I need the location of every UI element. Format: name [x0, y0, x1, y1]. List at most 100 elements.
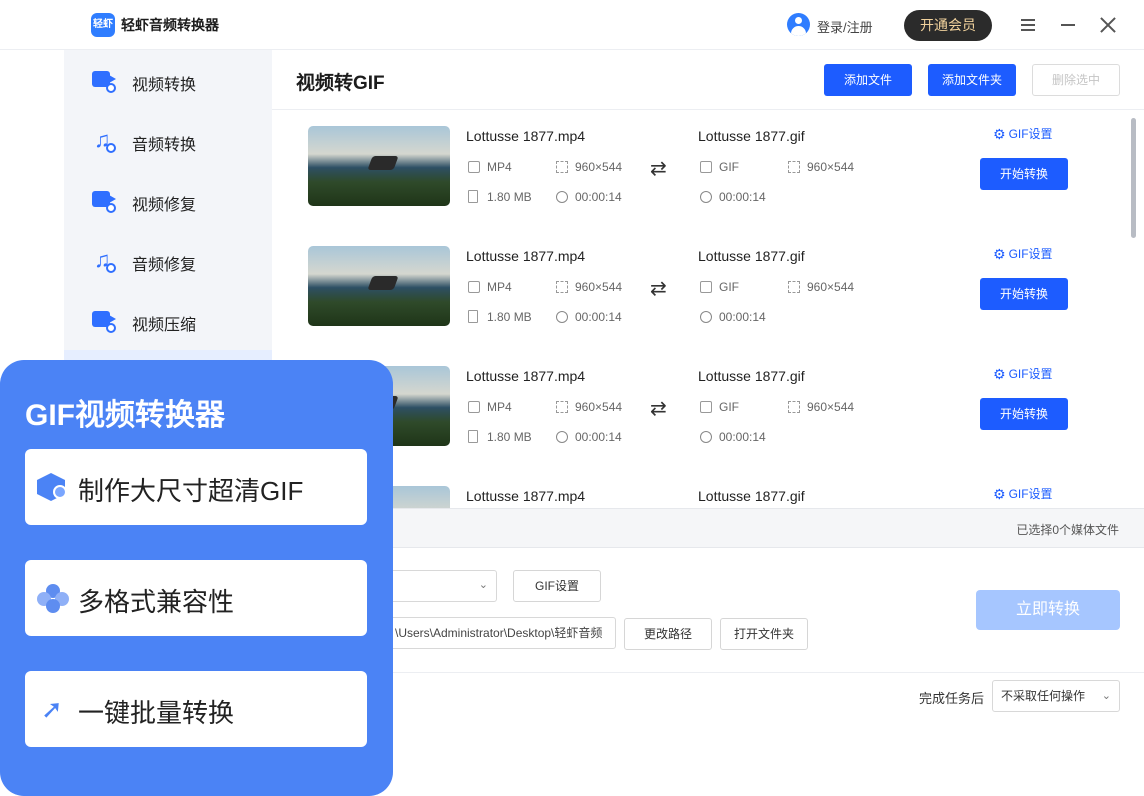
file-row: Lottusse 1877.mp4 Lottusse 1877.gif ⚙ GIF… [272, 470, 1130, 508]
video-thumbnail [308, 246, 450, 326]
clock-icon [556, 431, 568, 443]
format-icon [700, 161, 712, 173]
feature-card: ➚ 一键批量转换 [25, 671, 367, 747]
open-folder-button[interactable]: 打开文件夹 [720, 618, 808, 650]
feature-label: 制作大尺寸超清GIF [78, 476, 304, 506]
source-duration: 00:00:14 [556, 430, 622, 444]
vip-button[interactable]: 开通会员 [904, 10, 992, 41]
login-register-link[interactable]: 登录/注册 [817, 17, 873, 36]
gif-settings-button[interactable]: GIF设置 [513, 570, 601, 602]
sidebar-item-label: 视频修复 [132, 197, 197, 214]
resolution-icon [788, 161, 800, 173]
target-file-name: Lottusse 1877.gif [698, 248, 805, 264]
resolution-icon [788, 401, 800, 413]
source-size: 1.80 MB [468, 430, 532, 444]
output-format-select[interactable]: ⌄ [380, 570, 497, 602]
target-file-name: Lottusse 1877.gif [698, 488, 805, 504]
shuffle-arrows-icon: ⇄ [650, 278, 667, 300]
source-file-name: Lottusse 1877.mp4 [466, 488, 586, 504]
source-size: 1.80 MB [468, 310, 532, 324]
gif-settings-link[interactable]: ⚙ GIF设置 [993, 125, 1053, 143]
resolution-icon [556, 401, 568, 413]
minimize-icon[interactable] [1056, 13, 1080, 37]
delete-selected-button[interactable]: 删除选中 [1032, 64, 1120, 96]
start-convert-button[interactable]: 开始转换 [980, 278, 1068, 310]
shuffle-arrows-icon: ⇄ [650, 398, 667, 420]
add-file-button[interactable]: 添加文件 [824, 64, 912, 96]
feature-label: 一键批量转换 [78, 698, 235, 728]
file-icon [468, 430, 478, 443]
format-icon [468, 281, 480, 293]
sidebar-item-label: 音频修复 [132, 257, 197, 274]
target-resolution: 960×544 [788, 160, 854, 174]
source-size: 1.80 MB [468, 190, 532, 204]
after-task-select[interactable]: 不采取任何操作 ⌄ [992, 680, 1120, 712]
target-format: GIF [700, 280, 739, 294]
source-format: MP4 [468, 160, 512, 174]
format-icon [700, 401, 712, 413]
app-logo: 轻虾 [91, 13, 115, 37]
format-icon [468, 161, 480, 173]
page-title: 视频转GIF [296, 73, 385, 94]
promo-card: GIF视频转换器 制作大尺寸超清GIF 多格式兼容性 ➚ 一键批量转换 [0, 360, 393, 796]
close-icon[interactable] [1096, 13, 1120, 37]
chevron-down-icon: ⌄ [478, 579, 488, 591]
source-format: MP4 [468, 280, 512, 294]
resolution-icon [556, 281, 568, 293]
source-file-name: Lottusse 1877.mp4 [466, 248, 586, 264]
sidebar-item-video-convert[interactable]: 视频转换 [64, 50, 272, 110]
divider [272, 672, 1144, 673]
sidebar-item-video-repair[interactable]: 视频修复 [64, 170, 272, 230]
source-resolution: 960×544 [556, 280, 622, 294]
clock-icon [556, 311, 568, 323]
clover-icon [37, 584, 69, 613]
resolution-icon [556, 161, 568, 173]
file-icon [468, 310, 478, 323]
clock-icon [700, 191, 712, 203]
file-list: Lottusse 1877.mp4 MP4 960×544 1.80 MB 00… [272, 110, 1144, 508]
target-resolution: 960×544 [788, 400, 854, 414]
start-convert-button[interactable]: 开始转换 [980, 398, 1068, 430]
resolution-icon [788, 281, 800, 293]
after-task-label: 完成任务后 [919, 691, 985, 706]
after-task-value: 不采取任何操作 [1001, 689, 1086, 703]
file-row: Lottusse 1877.mp4 MP4 960×544 1.80 MB 00… [272, 110, 1130, 230]
status-bar: 已选择0个媒体文件 [272, 508, 1144, 548]
convert-now-button[interactable]: 立即转换 [976, 590, 1120, 630]
menu-icon[interactable] [1016, 13, 1040, 37]
target-duration: 00:00:14 [700, 190, 766, 204]
target-file-name: Lottusse 1877.gif [698, 128, 805, 144]
add-folder-button[interactable]: 添加文件夹 [928, 64, 1016, 96]
user-avatar-icon[interactable] [787, 13, 810, 36]
feature-card: 制作大尺寸超清GIF [25, 449, 367, 525]
sidebar-item-audio-convert[interactable]: ♫ 音频转换 [64, 110, 272, 170]
shuffle-arrows-icon: ⇄ [650, 158, 667, 180]
sidebar-item-label: 视频转换 [132, 77, 197, 94]
gif-settings-link[interactable]: ⚙ GIF设置 [993, 245, 1053, 263]
sidebar-item-audio-repair[interactable]: ♫ 音频修复 [64, 230, 272, 290]
gear-icon: ⚙ [993, 126, 1006, 142]
selected-count-text: 已选择0个媒体文件 [1016, 523, 1119, 537]
sidebar-item-label: 视频压缩 [132, 317, 197, 334]
audio-convert-icon: ♫ [92, 129, 116, 153]
source-duration: 00:00:14 [556, 190, 622, 204]
change-path-button[interactable]: 更改路径 [624, 618, 712, 650]
start-convert-button[interactable]: 开始转换 [980, 158, 1068, 190]
video-compress-icon [92, 309, 116, 333]
title-bar: 轻虾 轻虾音频转换器 登录/注册 开通会员 [0, 0, 1144, 50]
target-duration: 00:00:14 [700, 310, 766, 324]
promo-title: GIF视频转换器 [25, 399, 225, 432]
list-scrollbar[interactable] [1131, 118, 1136, 238]
sidebar-item-video-compress[interactable]: 视频压缩 [64, 290, 272, 350]
sidebar-item-label: 音频转换 [132, 137, 197, 154]
source-file-name: Lottusse 1877.mp4 [466, 128, 586, 144]
hexagon-bolt-icon [37, 473, 69, 501]
target-file-name: Lottusse 1877.gif [698, 368, 805, 384]
gif-settings-link[interactable]: ⚙ GIF设置 [993, 365, 1053, 383]
output-path-field[interactable]: \Users\Administrator\Desktop\轻虾音频 [380, 617, 616, 649]
clock-icon [700, 431, 712, 443]
source-resolution: 960×544 [556, 400, 622, 414]
gif-settings-link[interactable]: ⚙ GIF设置 [993, 485, 1053, 503]
format-icon [700, 281, 712, 293]
video-convert-icon [92, 69, 116, 93]
